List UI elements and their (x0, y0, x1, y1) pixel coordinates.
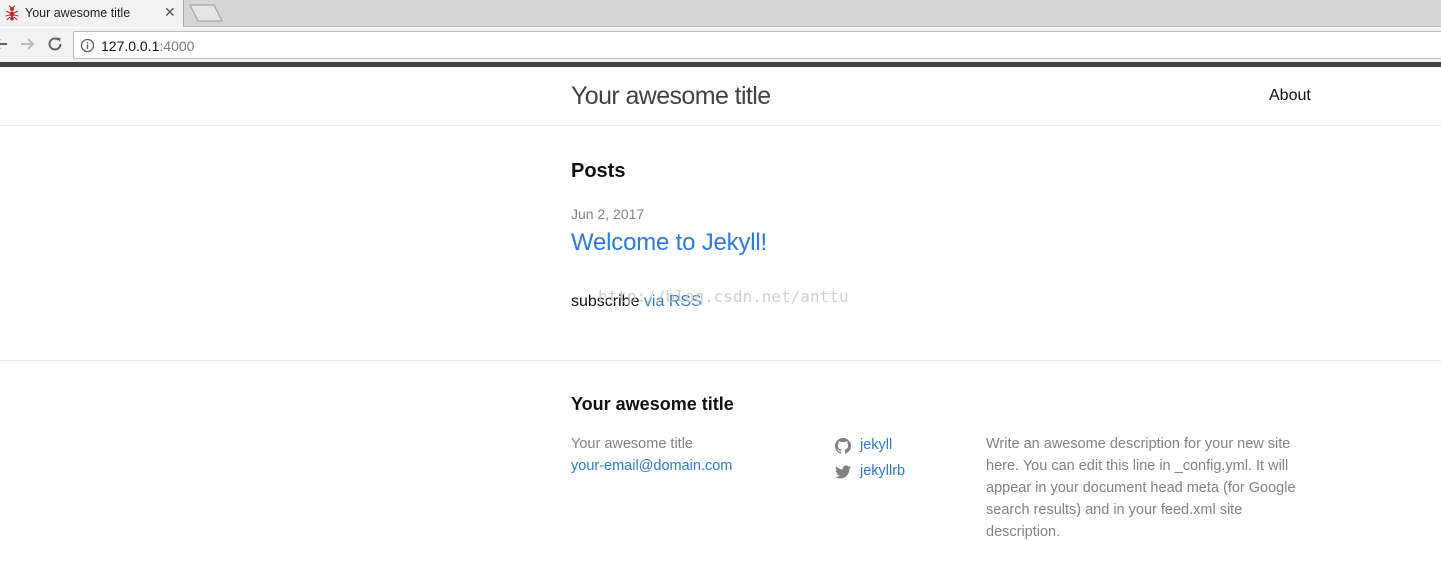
browser-tab[interactable]: Your awesome title ✕ (0, 0, 184, 27)
post-title-link[interactable]: Welcome to Jekyll! (571, 229, 767, 257)
site-header: Your awesome title About (0, 67, 1441, 126)
ant-favicon-icon (5, 5, 19, 21)
twitter-icon (835, 465, 851, 479)
nav-link-about[interactable]: About (1269, 87, 1311, 105)
back-arrow-icon[interactable] (0, 35, 10, 53)
footer-heading: Your awesome title (571, 394, 734, 414)
url-text: 127.0.0.1:4000 (101, 38, 194, 54)
github-icon (835, 438, 851, 454)
posts-heading: Posts (571, 160, 626, 182)
site-footer: Your awesome title Your awesome title yo… (0, 360, 1441, 573)
watermark-text: http://blog.csdn.net/anttu (598, 287, 849, 306)
info-icon[interactable] (80, 38, 95, 53)
github-username: jekyll (860, 437, 893, 453)
address-bar[interactable]: 127.0.0.1:4000 (73, 31, 1441, 59)
url-host: 127.0.0.1 (101, 38, 160, 54)
reload-icon[interactable] (46, 35, 64, 53)
tab-close-icon[interactable]: ✕ (164, 4, 176, 21)
new-tab-button[interactable] (188, 4, 224, 22)
site-description: Write an awesome description for your ne… (986, 436, 1296, 540)
footer-email-link[interactable]: your-email@domain.com (571, 458, 732, 474)
browser-tabstrip: Your awesome title ✕ (0, 0, 1441, 27)
footer-site-name: Your awesome title (571, 436, 693, 452)
tab-title: Your awesome title (25, 6, 131, 20)
twitter-username: jekyllrb (860, 463, 906, 479)
browser-toolbar: 127.0.0.1:4000 (0, 28, 1441, 62)
site-title-link[interactable]: Your awesome title (571, 82, 771, 111)
forward-arrow-icon[interactable] (18, 35, 36, 53)
post-date: Jun 2, 2017 (571, 206, 645, 222)
url-port: :4000 (159, 38, 195, 54)
